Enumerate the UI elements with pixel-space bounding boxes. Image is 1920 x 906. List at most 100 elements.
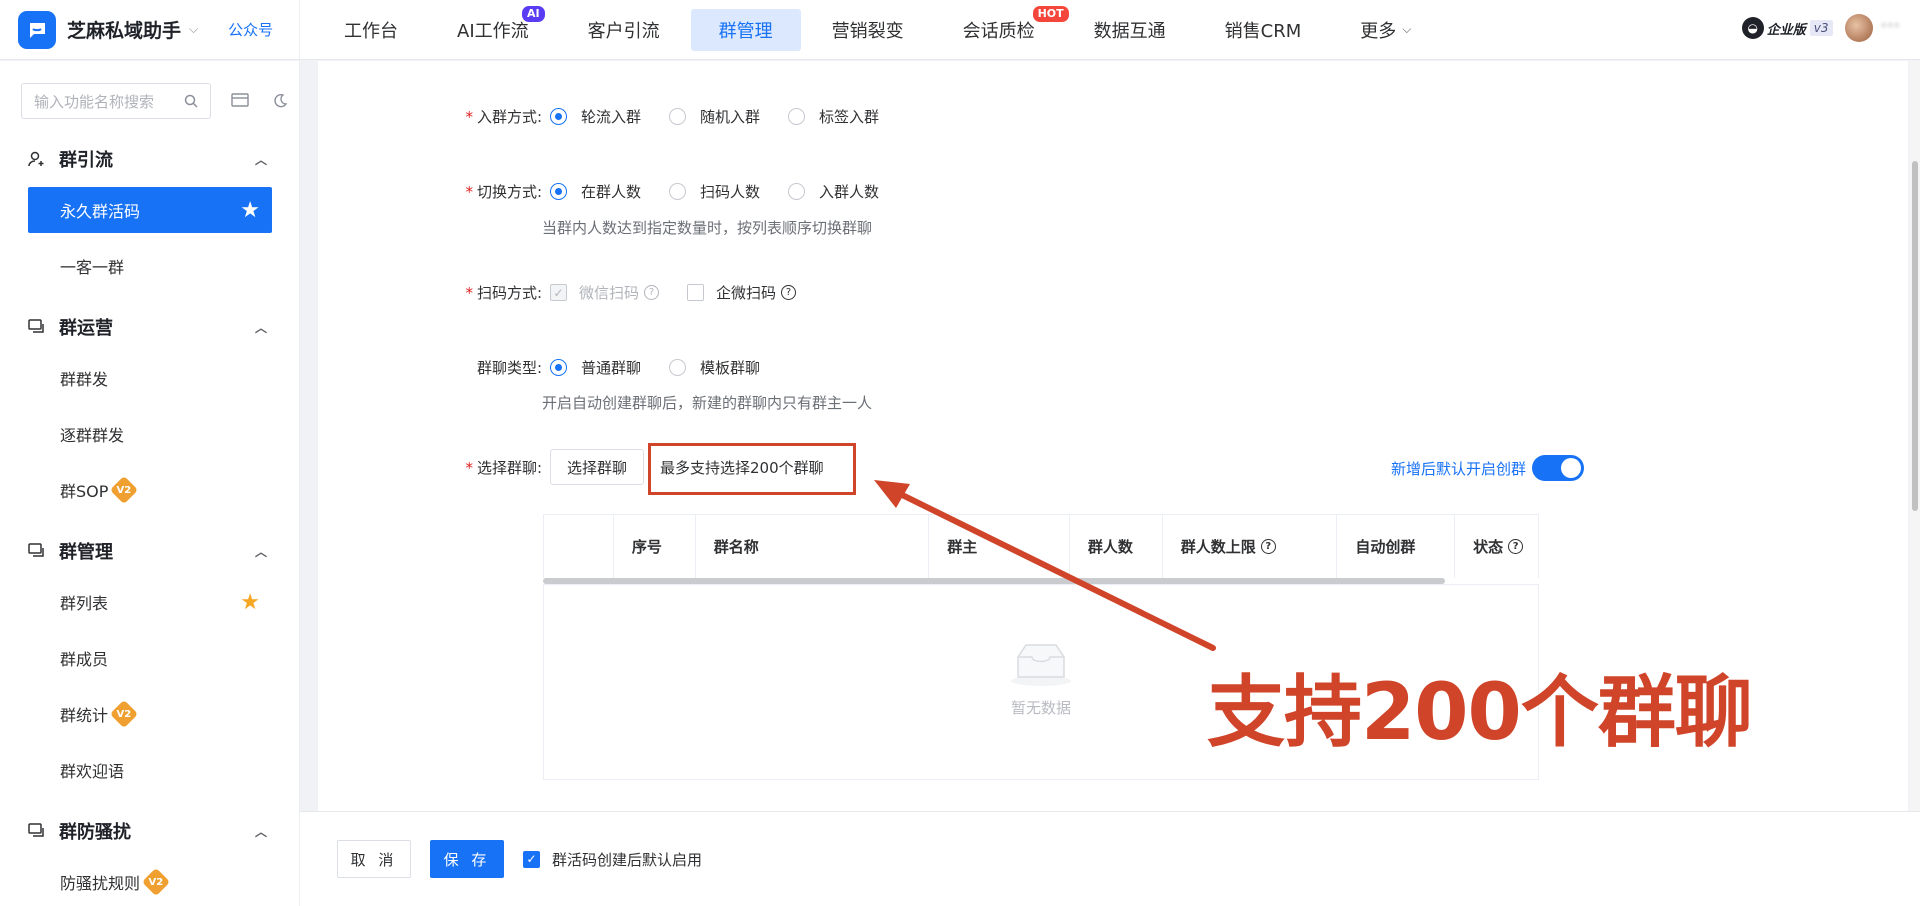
v2-badge-text: V2	[116, 708, 132, 720]
chevron-down-icon[interactable]: ⌵	[189, 22, 198, 37]
page-vertical-scrollbar[interactable]	[1910, 61, 1920, 811]
enterprise-icon: ◒	[1741, 17, 1764, 39]
edition-label: 企业版	[1766, 22, 1806, 38]
sidebar-group-group-management[interactable]: 群管理 ︿	[0, 523, 299, 579]
nav-label: 销售CRM	[1224, 20, 1302, 42]
hot-badge: HOT	[1032, 5, 1069, 22]
cancel-button[interactable]: 取 消	[337, 840, 411, 878]
help-icon[interactable]: ?	[1260, 539, 1276, 554]
nav-group-management[interactable]: 群管理	[690, 8, 801, 51]
help-icon[interactable]: ?	[781, 285, 797, 300]
v2-badge: V2	[109, 699, 139, 729]
sidebar-item-permanent-qr[interactable]: 永久群活码 ★	[28, 187, 272, 233]
save-button[interactable]: 保 存	[430, 840, 504, 878]
main-nav: 工作台 AI工作流 AI 客户引流 群管理 营销裂变 会话质检 HOT 数据互通 销…	[316, 0, 1442, 60]
nav-label: 更多	[1360, 20, 1397, 42]
radio[interactable]	[788, 108, 806, 125]
help-icon[interactable]: ?	[1508, 539, 1524, 554]
v2-badge-text: V2	[148, 876, 164, 888]
join-mode-option-random[interactable]: 随机入群	[669, 106, 760, 127]
scan-mode-option-wecom[interactable]: 企微扫码?	[687, 282, 797, 303]
switch-mode-option-scan[interactable]: 扫码人数	[669, 181, 760, 202]
nav-workbench[interactable]: 工作台	[316, 9, 426, 51]
sidebar-item-label: 群列表	[60, 594, 109, 613]
nav-ai-workflow[interactable]: AI工作流 AI	[429, 5, 557, 51]
scan-mode-row: * 扫码方式: ✓ 微信扫码? 企微扫码?	[440, 282, 824, 303]
star-icon[interactable]: ★	[240, 590, 260, 615]
scrollbar-thumb[interactable]	[1912, 161, 1918, 511]
chat-type-hint: 开启自动创建群聊后，新建的群聊内只有群主一人	[542, 394, 873, 412]
table-header-select	[544, 515, 614, 578]
sidebar-tools: 输入功能名称搜索	[0, 61, 299, 119]
shield-chat-icon	[28, 823, 44, 837]
app-logo-icon[interactable]	[18, 10, 56, 49]
checkbox-checked[interactable]: ✓	[523, 850, 540, 868]
table-header-member-limit: 群人数上限?	[1163, 515, 1338, 578]
sidebar-item-group-broadcast[interactable]: 群群发	[28, 355, 272, 401]
sidebar-group-anti-harassment[interactable]: 群防骚扰 ︿	[0, 803, 299, 859]
v2-badge-text: V2	[117, 484, 132, 496]
layout-icon[interactable]	[229, 90, 251, 112]
nav-session-inspection[interactable]: 会话质检 HOT	[935, 5, 1069, 51]
sidebar-item-label: 群群发	[60, 370, 109, 389]
help-icon[interactable]: ?	[644, 285, 660, 300]
radio[interactable]	[669, 108, 687, 125]
user-name[interactable]: ***	[1881, 21, 1901, 36]
avatar[interactable]	[1844, 14, 1873, 42]
sidebar-item-group-members[interactable]: 群成员	[28, 635, 272, 681]
star-icon[interactable]: ★	[240, 198, 260, 223]
highlight-box	[648, 443, 856, 495]
sidebar-item-one-customer-one-group[interactable]: 一客一群	[28, 243, 272, 289]
nav-sales-crm[interactable]: 销售CRM	[1197, 9, 1330, 51]
nav-customer-acquisition[interactable]: 客户引流	[560, 9, 688, 51]
table-header-owner: 群主	[929, 515, 1070, 578]
auto-create-toggle[interactable]	[1532, 455, 1584, 481]
radio[interactable]	[669, 183, 687, 200]
account-area[interactable]: ◒ 企业版 v3 ***	[1741, 14, 1901, 42]
sidebar-item-anti-harassment-rules[interactable]: 防骚扰规则 V2	[28, 859, 272, 905]
join-mode-option-tag[interactable]: 标签入群	[788, 106, 879, 127]
sidebar-item-label: 一客一群	[60, 258, 125, 277]
radio[interactable]	[669, 359, 687, 376]
nav-more[interactable]: 更多 ⌵	[1332, 9, 1439, 51]
sidebar-item-group-welcome[interactable]: 群欢迎语	[28, 747, 272, 793]
select-chat-button[interactable]: 选择群聊	[550, 449, 645, 485]
table-header-index: 序号	[614, 515, 696, 578]
nav-data-sync[interactable]: 数据互通	[1066, 9, 1194, 51]
nav-label: 客户引流	[587, 20, 660, 42]
sidebar-item-label: 群欢迎语	[60, 762, 125, 781]
scan-mode-option-wechat: ✓ 微信扫码?	[550, 282, 660, 303]
chat-group-icon	[28, 543, 44, 557]
radio-checked[interactable]	[550, 359, 567, 376]
checkbox[interactable]	[687, 284, 705, 301]
chat-type-label: 群聊类型:	[476, 359, 542, 377]
checkbox-disabled: ✓	[550, 284, 567, 301]
radio-checked[interactable]	[550, 183, 567, 200]
chat-type-option-normal[interactable]: 普通群聊	[550, 357, 641, 378]
radio[interactable]	[788, 183, 806, 200]
chat-type-row: 群聊类型: 普通群聊 模板群聊	[440, 357, 788, 378]
table-header-auto-create: 自动创群	[1337, 515, 1456, 578]
function-search-input[interactable]: 输入功能名称搜索	[21, 83, 211, 119]
select-chat-label: * 选择群聊:	[465, 458, 542, 477]
sidebar-group-group-operation[interactable]: 群运营 ︿	[0, 299, 299, 355]
nav-marketing-fission[interactable]: 营销裂变	[804, 9, 932, 51]
join-mode-option-rotate[interactable]: 轮流入群	[550, 106, 641, 127]
sidebar-item-group-list[interactable]: 群列表 ★	[28, 579, 272, 625]
switch-mode-option-in-group[interactable]: 在群人数	[550, 181, 641, 202]
sidebar-group-title: 群运营	[59, 318, 113, 339]
app-name[interactable]: 芝麻私域助手	[67, 16, 181, 43]
chevron-up-icon: ︿	[254, 320, 267, 335]
sidebar-item-group-sop[interactable]: 群SOP V2	[28, 467, 272, 513]
empty-text: 暂无数据	[1010, 699, 1071, 717]
sidebar-item-per-group-broadcast[interactable]: 逐群群发	[28, 411, 272, 457]
official-account-link[interactable]: 公众号	[228, 19, 273, 40]
sidebar-group-group-acquisition[interactable]: 群引流 ︿	[0, 131, 299, 187]
dark-mode-icon[interactable]	[269, 90, 291, 112]
default-enable-checkbox-row[interactable]: ✓ 群活码创建后默认启用	[523, 849, 702, 870]
switch-mode-option-join[interactable]: 入群人数	[788, 181, 879, 202]
radio-checked[interactable]	[550, 108, 567, 125]
chat-type-option-template[interactable]: 模板群聊	[669, 357, 760, 378]
sidebar-item-group-stats[interactable]: 群统计 V2	[28, 691, 272, 737]
search-placeholder: 输入功能名称搜索	[34, 92, 155, 111]
